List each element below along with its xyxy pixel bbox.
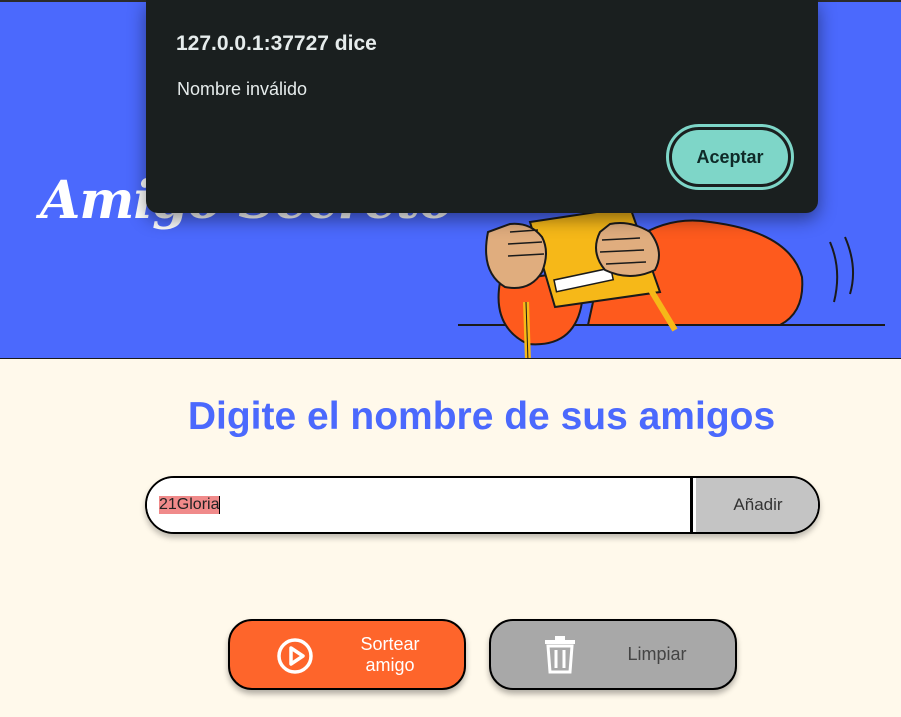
alert-dialog: 127.0.0.1:37727 dice Nombre inválido Ace… bbox=[146, 0, 818, 213]
main-section: Digite el nombre de sus amigos 21Gloria … bbox=[0, 359, 901, 717]
dialog-message: Nombre inválido bbox=[177, 79, 308, 99]
clear-button[interactable]: Limpiar bbox=[489, 619, 737, 690]
name-input-group: 21Gloria Añadir bbox=[145, 476, 820, 534]
section-heading: Digite el nombre de sus amigos bbox=[187, 395, 776, 438]
name-input[interactable]: 21Gloria bbox=[147, 478, 693, 532]
ok-button-focus-ring: Aceptar bbox=[666, 124, 794, 190]
ok-button[interactable]: Aceptar bbox=[672, 130, 788, 184]
clear-label: Limpiar bbox=[627, 644, 687, 664]
text-caret bbox=[219, 496, 221, 514]
trash-icon bbox=[545, 636, 575, 674]
draw-friend-label: Sortear amigo bbox=[360, 634, 420, 675]
add-button[interactable]: Añadir bbox=[696, 478, 818, 532]
draw-friend-button[interactable]: Sortear amigo bbox=[228, 619, 466, 690]
play-circle-icon bbox=[277, 638, 313, 674]
name-input-value: 21Gloria bbox=[159, 496, 220, 514]
dialog-origin: 127.0.0.1:37727 dice bbox=[176, 32, 377, 55]
